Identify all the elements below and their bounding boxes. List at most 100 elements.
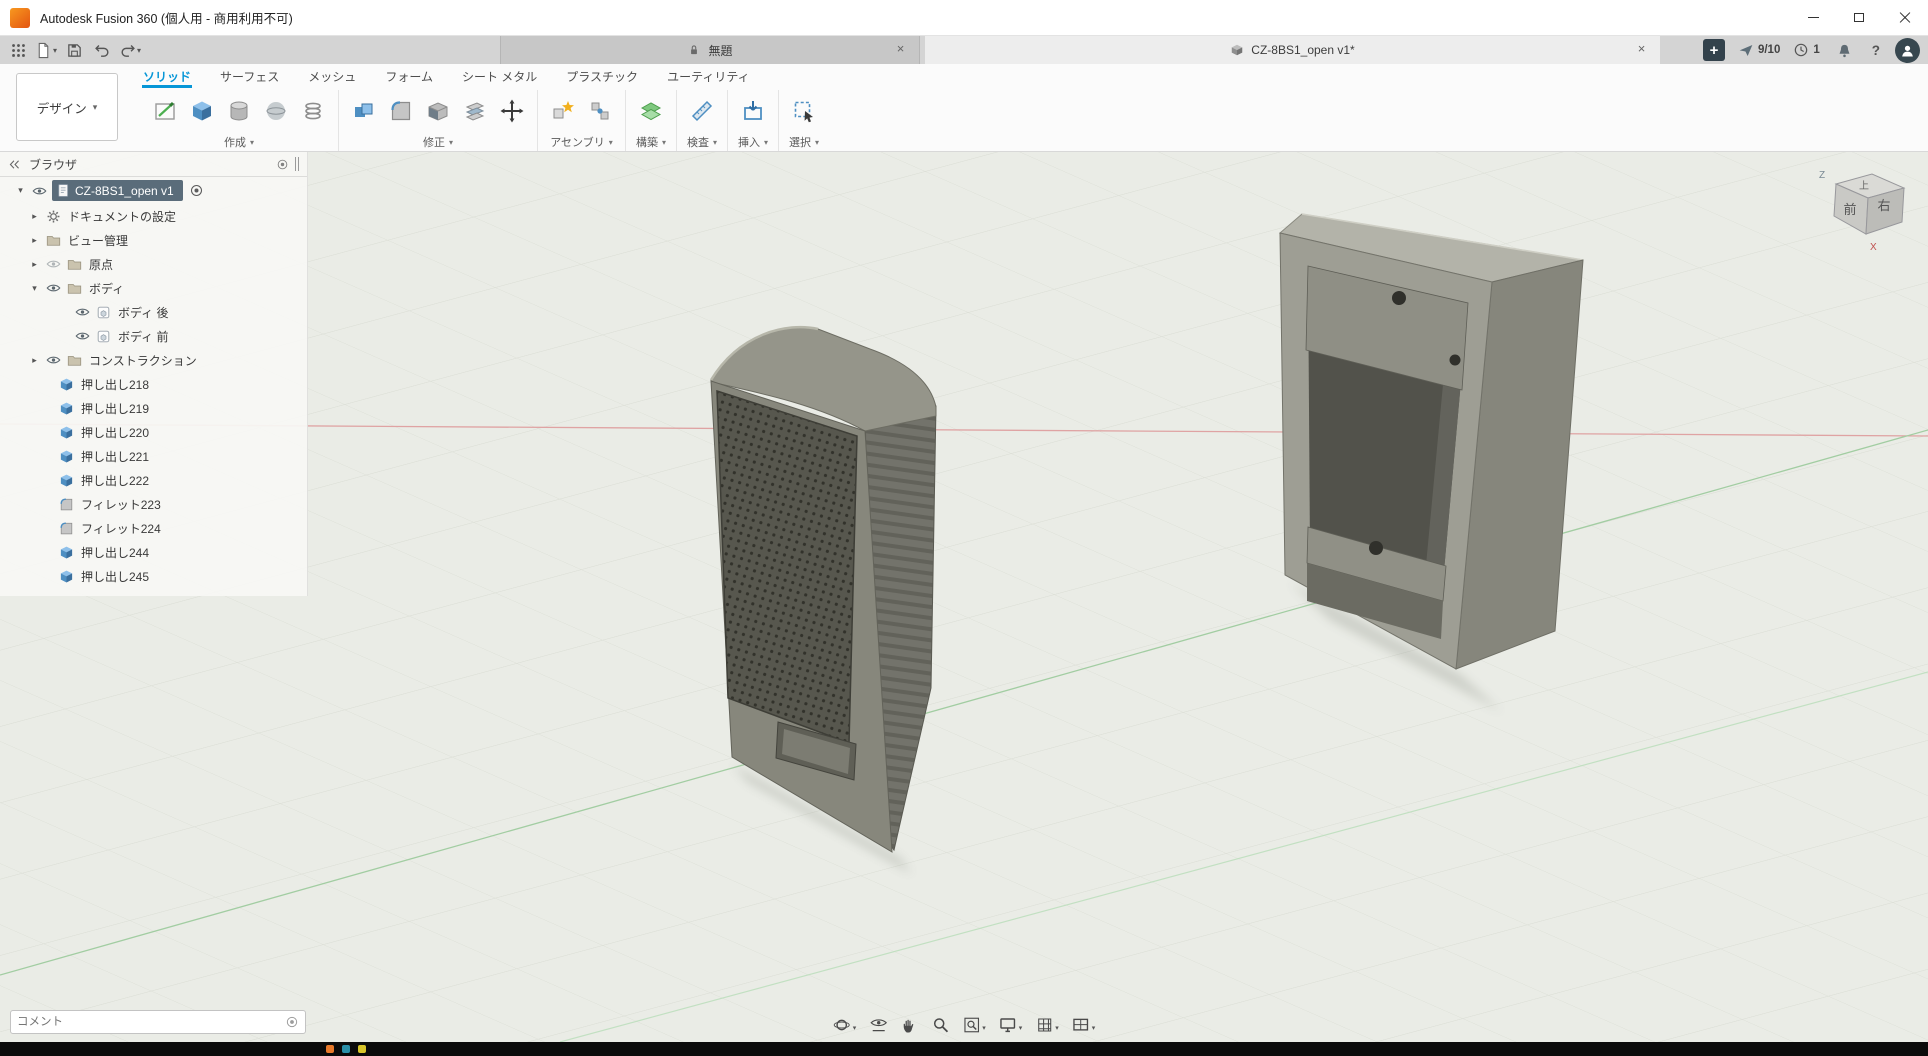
feature-fillet-223[interactable]: フィレット223 bbox=[0, 492, 307, 516]
extension-timer[interactable]: 1 bbox=[1793, 42, 1819, 58]
expand-arrow-icon[interactable]: ▸ bbox=[26, 211, 43, 222]
tree-item-named-views[interactable]: ▸ ビュー管理 bbox=[0, 228, 307, 252]
app-grid-icon[interactable] bbox=[6, 38, 30, 62]
box-primitive-icon[interactable] bbox=[187, 95, 217, 127]
feature-extrude-219[interactable]: 押し出し219 bbox=[0, 396, 307, 420]
tab-surface[interactable]: サーフェス bbox=[219, 66, 280, 88]
comment-box[interactable] bbox=[10, 1010, 306, 1034]
expand-arrow-icon[interactable]: ▸ bbox=[26, 235, 43, 246]
maximize-button[interactable] bbox=[1836, 0, 1882, 35]
orbit-button[interactable]: ▾ bbox=[831, 1014, 859, 1036]
comment-input[interactable] bbox=[17, 1016, 285, 1028]
active-document-chip[interactable]: CZ-8BS1_open v1 bbox=[52, 180, 183, 201]
offset-face-icon[interactable] bbox=[460, 95, 490, 127]
close-button[interactable] bbox=[1882, 0, 1928, 35]
workspace-selector[interactable]: デザイン ▾ bbox=[16, 73, 118, 141]
tab-solid[interactable]: ソリッド bbox=[142, 66, 192, 88]
feature-fillet-224[interactable]: フィレット224 bbox=[0, 516, 307, 540]
comment-target-icon[interactable] bbox=[285, 1015, 299, 1029]
visibility-eye-icon[interactable] bbox=[43, 259, 64, 269]
feature-extrude-222[interactable]: 押し出し222 bbox=[0, 468, 307, 492]
visibility-eye-icon[interactable] bbox=[43, 283, 64, 293]
help-button[interactable]: ? bbox=[1870, 43, 1882, 58]
fit-button[interactable]: ▾ bbox=[960, 1014, 988, 1036]
fillet-icon[interactable] bbox=[386, 95, 416, 127]
save-button[interactable] bbox=[62, 38, 86, 62]
expand-arrow-icon[interactable]: ▾ bbox=[12, 185, 29, 196]
tab-utilities[interactable]: ユーティリティ bbox=[666, 66, 751, 88]
tab-plastic[interactable]: プラスチック bbox=[565, 66, 639, 88]
redo-button[interactable]: ▾ bbox=[118, 38, 142, 62]
file-menu-button[interactable]: ▾ bbox=[34, 38, 58, 62]
select-icon[interactable] bbox=[789, 95, 819, 127]
feature-extrude-220[interactable]: 押し出し220 bbox=[0, 420, 307, 444]
visibility-eye-icon[interactable] bbox=[43, 355, 64, 365]
viewports-button[interactable]: ▾ bbox=[1070, 1014, 1098, 1036]
tree-item-body-rear[interactable]: ボディ 後 bbox=[0, 300, 307, 324]
insert-icon[interactable] bbox=[738, 95, 768, 127]
browser-options-icon[interactable] bbox=[276, 158, 289, 171]
tab-form[interactable]: フォーム bbox=[384, 66, 434, 88]
create-menu[interactable]: 作成▾ bbox=[224, 134, 254, 150]
joint-icon[interactable] bbox=[585, 95, 615, 127]
assemble-menu[interactable]: アセンブリ▾ bbox=[550, 134, 612, 150]
zoom-button[interactable] bbox=[929, 1014, 951, 1036]
feature-extrude-244[interactable]: 押し出し244 bbox=[0, 540, 307, 564]
tab-cz-8bs1-open[interactable]: CZ-8BS1_open v1* × bbox=[925, 36, 1660, 64]
job-status[interactable]: 9/10 bbox=[1738, 42, 1780, 58]
new-design-tab-button[interactable]: + bbox=[1703, 39, 1725, 61]
pan-button[interactable] bbox=[898, 1014, 920, 1036]
coil-primitive-icon[interactable] bbox=[298, 95, 328, 127]
select-menu[interactable]: 選択▾ bbox=[789, 134, 819, 150]
user-avatar[interactable] bbox=[1895, 38, 1920, 63]
tab-sheet-metal[interactable]: シート メタル bbox=[461, 66, 538, 88]
grid-snap-button[interactable]: ▾ bbox=[1033, 1014, 1061, 1036]
browser-root-node[interactable]: ▾ CZ-8BS1_open v1 bbox=[0, 177, 307, 204]
view-cube[interactable]: Z 上 前 右 X bbox=[1814, 164, 1914, 264]
tree-item-origin[interactable]: ▸ 原点 bbox=[0, 252, 307, 276]
look-at-button[interactable] bbox=[867, 1014, 889, 1036]
undo-button[interactable] bbox=[90, 38, 114, 62]
minimize-button[interactable] bbox=[1790, 0, 1836, 35]
tree-item-bodies[interactable]: ▾ ボディ bbox=[0, 276, 307, 300]
press-pull-icon[interactable] bbox=[349, 95, 379, 127]
expand-arrow-icon[interactable]: ▾ bbox=[26, 283, 43, 294]
panel-drag-handle[interactable] bbox=[295, 157, 299, 171]
os-taskbar[interactable] bbox=[0, 1042, 1928, 1056]
feature-extrude-245[interactable]: 押し出し245 bbox=[0, 564, 307, 588]
taskbar-app-icon[interactable] bbox=[358, 1045, 366, 1053]
measure-icon[interactable] bbox=[687, 95, 717, 127]
taskbar-app-icon[interactable] bbox=[326, 1045, 334, 1053]
tab-close-icon[interactable]: × bbox=[892, 41, 909, 58]
tree-item-document-settings[interactable]: ▸ ドキュメントの設定 bbox=[0, 204, 307, 228]
feature-extrude-221[interactable]: 押し出し221 bbox=[0, 444, 307, 468]
expand-arrow-icon[interactable]: ▸ bbox=[26, 355, 43, 366]
tab-close-icon[interactable]: × bbox=[1633, 41, 1650, 58]
modify-menu[interactable]: 修正▾ bbox=[423, 134, 453, 150]
move-copy-icon[interactable] bbox=[497, 95, 527, 127]
shell-icon[interactable] bbox=[423, 95, 453, 127]
expand-arrow-icon[interactable]: ▸ bbox=[26, 259, 43, 270]
insert-menu[interactable]: 挿入▾ bbox=[738, 134, 768, 150]
tree-item-construction[interactable]: ▸ コンストラクション bbox=[0, 348, 307, 372]
tab-untitled[interactable]: 無題 × bbox=[500, 36, 920, 64]
tab-mesh[interactable]: メッシュ bbox=[307, 66, 357, 88]
display-settings-button[interactable]: ▾ bbox=[997, 1014, 1025, 1036]
collapse-panel-icon[interactable] bbox=[8, 158, 21, 171]
visibility-eye-icon[interactable] bbox=[72, 307, 93, 317]
tree-item-body-front[interactable]: ボディ 前 bbox=[0, 324, 307, 348]
inspect-menu[interactable]: 検査▾ bbox=[687, 134, 717, 150]
construction-plane-icon[interactable] bbox=[636, 95, 666, 127]
visibility-eye-icon[interactable] bbox=[72, 331, 93, 341]
sphere-primitive-icon[interactable] bbox=[261, 95, 291, 127]
new-component-icon[interactable] bbox=[548, 95, 578, 127]
activate-component-radio[interactable] bbox=[189, 183, 204, 198]
cylinder-primitive-icon[interactable] bbox=[224, 95, 254, 127]
construct-menu[interactable]: 構築▾ bbox=[636, 134, 666, 150]
speaker-mesh[interactable] bbox=[717, 391, 857, 743]
visibility-eye-icon[interactable] bbox=[29, 186, 50, 196]
create-sketch-icon[interactable] bbox=[150, 95, 180, 127]
feature-extrude-218[interactable]: 押し出し218 bbox=[0, 372, 307, 396]
taskbar-app-icon[interactable] bbox=[342, 1045, 350, 1053]
notifications-button[interactable] bbox=[1833, 38, 1857, 62]
